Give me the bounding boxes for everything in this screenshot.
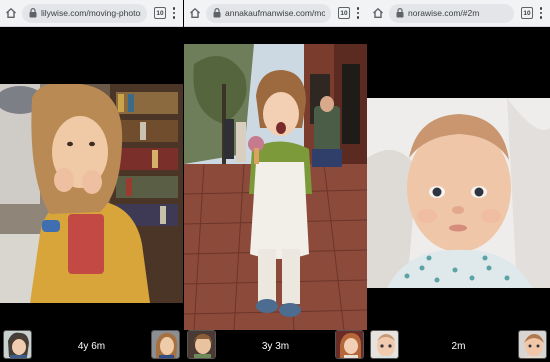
lock-icon	[28, 8, 37, 18]
address-bar[interactable]: annakaufmanwise.com/moving	[206, 3, 331, 23]
next-photo-thumbnail[interactable]	[151, 330, 180, 359]
next-photo-thumbnail[interactable]	[518, 330, 547, 359]
footer-bar: 3y 3m	[184, 328, 367, 362]
browser-window-3: norawise.com/#2m 10 2m	[367, 0, 550, 362]
lock-icon	[395, 8, 404, 18]
address-bar[interactable]: lilywise.com/moving-photos#5-	[22, 3, 147, 23]
browser-toolbar: annakaufmanwise.com/moving 10	[184, 0, 367, 27]
browser-toolbar: norawise.com/#2m 10	[367, 0, 550, 27]
tab-switcher-icon[interactable]: 10	[338, 7, 350, 19]
overflow-menu-icon[interactable]	[353, 6, 363, 20]
home-icon[interactable]	[371, 6, 385, 20]
main-photo	[184, 44, 367, 330]
browser-toolbar: lilywise.com/moving-photos#5- 10	[0, 0, 183, 27]
browser-window-1: lilywise.com/moving-photos#5- 10	[0, 0, 183, 362]
footer-bar: 4y 6m	[0, 328, 183, 362]
lock-icon	[212, 8, 221, 18]
address-bar-url: norawise.com/#2m	[408, 8, 480, 18]
main-photo	[0, 84, 183, 303]
footer-bar: 2m	[367, 328, 550, 362]
tab-switcher-icon[interactable]: 10	[154, 7, 166, 19]
address-bar-url: annakaufmanwise.com/moving	[225, 8, 325, 18]
browser-window-2: annakaufmanwise.com/moving 10	[184, 0, 367, 362]
main-photo	[367, 98, 550, 288]
overflow-menu-icon[interactable]	[536, 6, 546, 20]
home-icon[interactable]	[4, 6, 18, 20]
address-bar[interactable]: norawise.com/#2m	[389, 3, 514, 23]
address-bar-url: lilywise.com/moving-photos#5-	[41, 8, 141, 18]
home-icon[interactable]	[188, 6, 202, 20]
overflow-menu-icon[interactable]	[169, 6, 179, 20]
tab-switcher-icon[interactable]: 10	[521, 7, 533, 19]
next-photo-thumbnail[interactable]	[335, 330, 364, 359]
